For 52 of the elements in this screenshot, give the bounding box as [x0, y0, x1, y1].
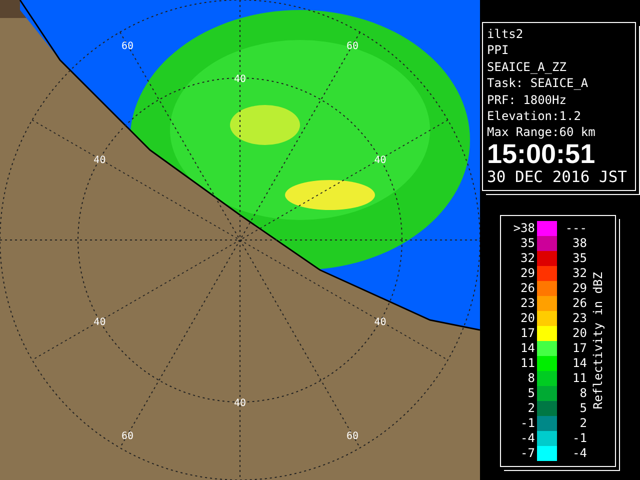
legend-value: 17	[520, 326, 536, 341]
legend-title: Reflectivity in dBZ	[591, 272, 605, 410]
legend-value: 14	[572, 356, 587, 371]
range-label: 40	[94, 317, 106, 328]
legend-value: 11	[572, 370, 587, 386]
legend-value: -1	[520, 416, 536, 431]
legend-value: 2	[578, 416, 587, 431]
legend-value: 11	[520, 356, 536, 371]
legend-value: 5	[526, 386, 536, 401]
legend-value: 26	[520, 280, 536, 296]
legend-value: 17	[572, 340, 587, 356]
legend-value: 8	[578, 386, 587, 401]
legend-value: 20	[572, 326, 587, 341]
legend-value: -4	[520, 430, 536, 446]
time-text: 15:00:51	[487, 140, 596, 167]
range-label: 60	[121, 41, 134, 52]
legend-value: 8	[526, 370, 536, 386]
range-label: 40	[374, 317, 386, 328]
legend-value: 29	[572, 280, 587, 296]
info-text: PPI	[487, 42, 510, 59]
legend-value: 29	[520, 266, 536, 281]
legend-value: 14	[520, 340, 536, 356]
legend-value: -7	[520, 446, 536, 461]
range-label: 40	[234, 398, 246, 409]
info-text: ilts2	[487, 26, 524, 42]
legend-value: 5	[578, 400, 587, 416]
range-label: 60	[346, 430, 359, 442]
legend-value: 32	[572, 266, 587, 281]
range-label: 40	[94, 155, 106, 166]
info-text: Max Range:60 km	[487, 124, 596, 141]
legend-value: >38	[512, 220, 536, 236]
range-label: 60	[346, 41, 359, 52]
legend-value: 38	[572, 236, 587, 251]
legend-value: 2	[526, 400, 536, 416]
legend-value: 35	[572, 250, 587, 266]
legend-value: 23	[520, 296, 536, 311]
legend-value: 26	[572, 296, 587, 311]
legend-value: 32	[520, 250, 536, 266]
info-text: SEAICE_A_ZZ	[487, 58, 568, 76]
legend-value: 23	[572, 310, 587, 326]
legend-value: 35	[520, 236, 536, 251]
range-label: 40	[374, 155, 386, 166]
range-label: 40	[234, 74, 246, 85]
info-text: PRF: 1800Hz	[487, 92, 568, 108]
legend-value: 20	[520, 310, 536, 326]
range-label: 60	[121, 430, 134, 442]
legend-value: ---	[564, 220, 587, 236]
legend-value: -1	[572, 430, 587, 446]
legend-value: -4	[572, 446, 587, 461]
date-text: 30 DEC 2016 JST	[487, 166, 628, 187]
info-text: Task: SEAICE_A	[487, 75, 590, 92]
info-text: Elevation:1.2	[487, 108, 582, 124]
